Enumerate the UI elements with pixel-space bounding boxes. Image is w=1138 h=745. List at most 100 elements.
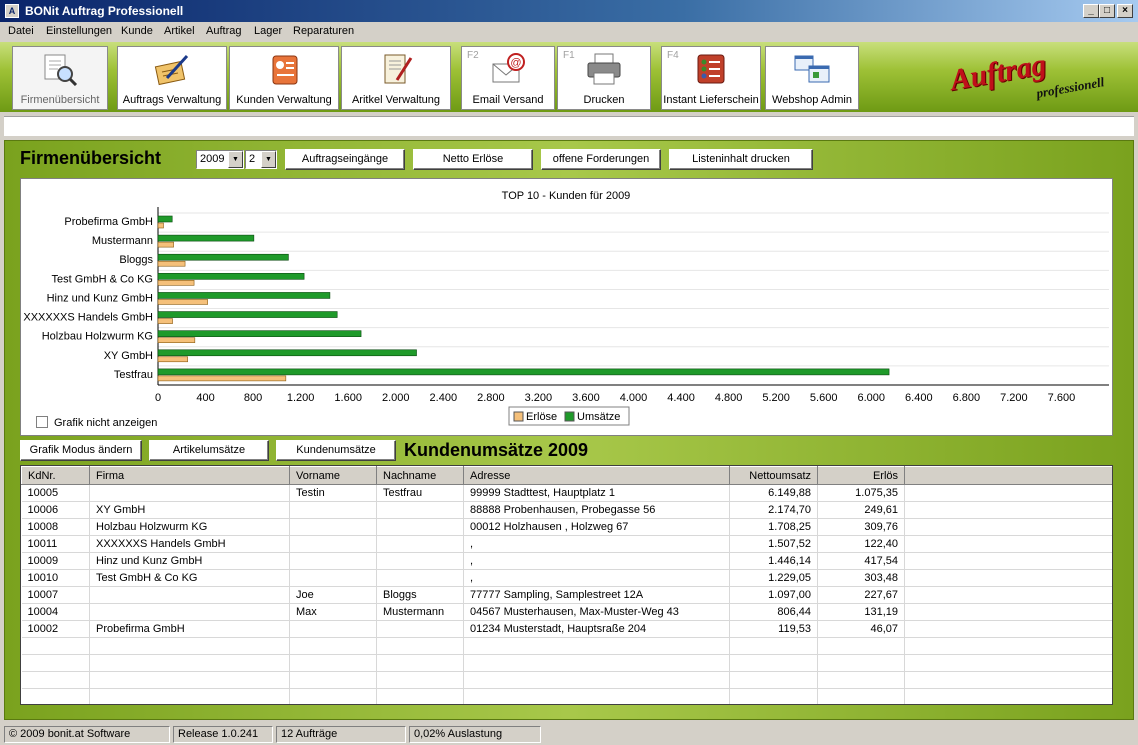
chart-x-tick-label: 800 xyxy=(244,392,262,404)
table-cell xyxy=(89,654,290,672)
col-header-adresse[interactable]: Adresse xyxy=(463,466,730,485)
chevron-down-icon[interactable]: ▼ xyxy=(228,151,243,168)
table-cell xyxy=(89,484,290,502)
table-cell: 2.174,70 xyxy=(729,501,818,519)
chevron-down-icon[interactable]: ▼ xyxy=(261,151,276,168)
table-row[interactable]: 10002 Probefirma GmbH 01234 Musterstadt, H… xyxy=(21,620,1112,638)
table-cell xyxy=(904,620,1112,638)
table-cell: 10009 xyxy=(21,552,90,570)
toolbar-webshop-admin-button[interactable]: Webshop Admin xyxy=(765,46,859,110)
chart-category-label: XY GmbH xyxy=(104,350,153,362)
close-button[interactable]: × xyxy=(1117,4,1133,18)
table-cell: Testfrau xyxy=(376,484,464,502)
toolbar-email-versand-button[interactable]: F2 @ Email Versand xyxy=(461,46,555,110)
toolbar-firmenuebersicht-button[interactable]: Firmenübersicht xyxy=(12,46,108,110)
window-title: BONit Auftrag Professionell xyxy=(25,4,184,18)
menu-lager[interactable]: Lager xyxy=(254,25,282,37)
title-bar[interactable]: A BONit Auftrag Professionell _ □ × xyxy=(0,0,1138,22)
table-cell: , xyxy=(463,552,730,570)
menu-reparaturen[interactable]: Reparaturen xyxy=(293,25,354,37)
toolbar-drucken-button[interactable]: F1 Drucken xyxy=(557,46,651,110)
col-header-nachname[interactable]: Nachname xyxy=(376,466,464,485)
table-cell xyxy=(463,671,730,689)
table-cell xyxy=(904,501,1112,519)
kundenumsaetze-button[interactable]: Kundenumsätze xyxy=(276,440,396,461)
app-icon[interactable]: A xyxy=(5,4,19,18)
chart-bar-erloese xyxy=(157,337,196,343)
table-row[interactable] xyxy=(21,688,1112,704)
chart-category-label: Testfrau xyxy=(114,369,153,381)
menu-artikel[interactable]: Artikel xyxy=(164,25,195,37)
col-header-nettoumsatz[interactable]: Nettoumsatz xyxy=(729,466,818,485)
chart-bar-umsaetze xyxy=(157,311,338,318)
chart-category-label: Test GmbH & Co KG xyxy=(52,273,153,285)
table-row[interactable] xyxy=(21,671,1112,689)
table-row[interactable]: 10004 Max Mustermann 04567 Musterhausen, Ma… xyxy=(21,603,1112,621)
table-cell: 10002 xyxy=(21,620,90,638)
table-row[interactable] xyxy=(21,637,1112,655)
artikelumsaetze-button[interactable]: Artikelumsätze xyxy=(149,440,269,461)
chart-x-tick-label: 7.600 xyxy=(1048,392,1076,404)
netto-erloese-button[interactable]: Netto Erlöse xyxy=(413,149,533,170)
table-cell: 303,48 xyxy=(817,569,905,587)
chart-legend-swatch-erloese xyxy=(513,411,524,422)
menu-einstellungen[interactable]: Einstellungen xyxy=(46,25,112,37)
table-row[interactable] xyxy=(21,654,1112,672)
toolbar-label: Auftrags Verwaltung xyxy=(122,94,222,106)
hide-graph-checkbox-row[interactable]: Grafik nicht anzeigen xyxy=(36,416,157,429)
grafik-modus-button[interactable]: Grafik Modus ändern xyxy=(20,440,142,461)
table-cell xyxy=(289,535,377,553)
table-row[interactable]: 10011 XXXXXXS Handels GmbH , 1.507,52 122,4… xyxy=(21,535,1112,553)
toolbar-instant-lieferschein-button[interactable]: F4 Instant Lieferschein xyxy=(661,46,761,110)
period-select[interactable]: 2 ▼ xyxy=(245,150,277,169)
menu-bar: Datei Einstellungen Kunde Artikel Auftra… xyxy=(0,22,1138,42)
table-cell xyxy=(376,620,464,638)
table-cell xyxy=(817,637,905,655)
col-header-vorname[interactable]: Vorname xyxy=(289,466,377,485)
offene-forderungen-button[interactable]: offene Forderungen xyxy=(541,149,661,170)
hide-graph-checkbox[interactable] xyxy=(36,416,48,428)
minimize-button[interactable]: _ xyxy=(1083,4,1099,18)
menu-datei[interactable]: Datei xyxy=(8,25,34,37)
table-row[interactable]: 10007 Joe Bloggs 77777 Sampling, Samplestre… xyxy=(21,586,1112,604)
col-header-filler xyxy=(904,466,1112,485)
menu-auftrag[interactable]: Auftrag xyxy=(206,25,241,37)
chart-bar-erloese xyxy=(157,241,174,248)
chart-bar-erloese xyxy=(157,299,208,305)
table-row[interactable]: 10009 Hinz und Kunz GmbH , 1.446,14 417,54 xyxy=(21,552,1112,570)
chart-x-tick-label: 5.200 xyxy=(762,392,790,404)
toolbar-artikel-verwaltung-button[interactable]: Aritkel Verwaltung xyxy=(341,46,451,110)
toolbar-auftrags-verwaltung-button[interactable]: Auftrags Verwaltung xyxy=(117,46,227,110)
table-cell xyxy=(289,569,377,587)
table-cell: 6.149,88 xyxy=(729,484,818,502)
table-row[interactable]: 10006 XY GmbH 88888 Probenhausen, Probegas… xyxy=(21,501,1112,519)
col-header-firma[interactable]: Firma xyxy=(89,466,290,485)
chart-x-tick-label: 2.800 xyxy=(477,392,505,404)
table-cell: 1.708,25 xyxy=(729,518,818,536)
chart-x-tick-label: 4.800 xyxy=(715,392,743,404)
table-cell xyxy=(89,586,290,604)
table-cell xyxy=(904,586,1112,604)
table-row[interactable]: 10008 Holzbau Holzwurm KG 00012 Holzhausen… xyxy=(21,518,1112,536)
table-cell xyxy=(289,671,377,689)
table-cell: 88888 Probenhausen, Probegasse 56 xyxy=(463,501,730,519)
maximize-button[interactable]: □ xyxy=(1099,4,1115,18)
year-select[interactable]: 2009 ▼ xyxy=(196,150,244,169)
period-value: 2 xyxy=(249,153,256,165)
listeninhalt-drucken-button[interactable]: Listeninhalt drucken xyxy=(669,149,813,170)
table-cell xyxy=(289,552,377,570)
toolbar-label: Kunden Verwaltung xyxy=(236,94,332,106)
table-cell xyxy=(89,688,290,704)
auftragseingaenge-button[interactable]: Auftragseingänge xyxy=(285,149,405,170)
menu-kunde[interactable]: Kunde xyxy=(121,25,153,37)
table-cell xyxy=(289,654,377,672)
chart-bar-umsaetze xyxy=(157,368,890,376)
table-row[interactable]: 10005 Testin Testfrau 99999 Stadttest, Haup… xyxy=(21,484,1112,502)
col-header-erloes[interactable]: Erlös xyxy=(817,466,905,485)
col-header-kdnr[interactable]: KdNr. xyxy=(21,466,90,485)
magnifier-document-icon xyxy=(44,54,78,86)
toolbar-kunden-verwaltung-button[interactable]: Kunden Verwaltung xyxy=(229,46,339,110)
table-row[interactable]: 10010 Test GmbH & Co KG , 1.229,05 303,48 xyxy=(21,569,1112,587)
chart-svg: TOP 10 - Kunden für 2009 0 400 800 1.200 1.60… xyxy=(23,190,1109,426)
table-cell xyxy=(904,603,1112,621)
